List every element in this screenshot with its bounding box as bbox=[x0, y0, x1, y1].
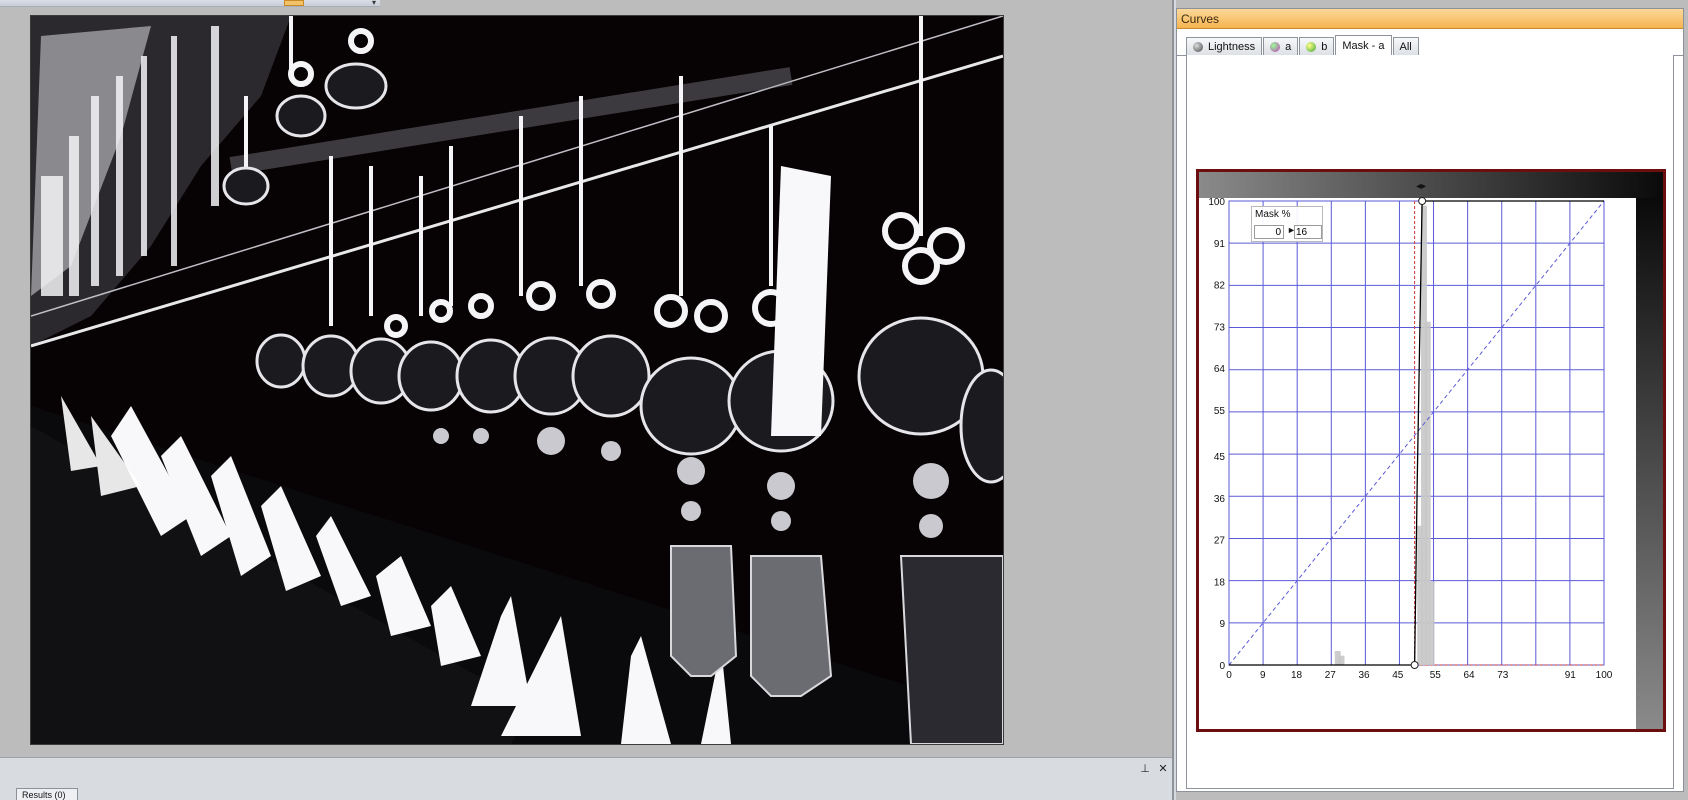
toolbar-strip: ▾ bbox=[0, 0, 380, 7]
x-tick-label: 45 bbox=[1392, 670, 1404, 681]
x-tick-label: 36 bbox=[1358, 670, 1370, 681]
a-channel-icon bbox=[1270, 41, 1281, 52]
y-tick-label: 64 bbox=[1214, 364, 1226, 375]
toolbar-highlight-button[interactable] bbox=[284, 0, 304, 6]
close-icon[interactable]: ✕ bbox=[1156, 762, 1170, 776]
tab-label: Mask - a bbox=[1342, 40, 1385, 52]
y-tick-label: 9 bbox=[1219, 619, 1225, 630]
tab-all[interactable]: All bbox=[1392, 37, 1419, 55]
y-tick-label: 27 bbox=[1214, 536, 1226, 547]
curves-panel: Curves Lightness a b Mask - a All ◂▸ 0 9… bbox=[1176, 8, 1684, 792]
curve-handle bbox=[1410, 661, 1419, 669]
tab-label: a bbox=[1285, 40, 1292, 53]
top-gradient-bar bbox=[1199, 172, 1663, 198]
y-tick-label: 82 bbox=[1214, 281, 1226, 292]
tab-mask-a[interactable]: Mask - a bbox=[1335, 35, 1392, 56]
histogram-bar bbox=[1338, 655, 1345, 665]
x-tick-label: 64 bbox=[1463, 670, 1475, 681]
tab-label: Lightness bbox=[1208, 40, 1256, 53]
histogram-bar bbox=[1428, 581, 1435, 665]
x-tick-label: 27 bbox=[1325, 670, 1337, 681]
bottom-dock-panel: ⊥ ✕ Results (0) bbox=[0, 757, 1172, 800]
y-tick-label: 36 bbox=[1214, 494, 1226, 505]
x-tick-label: 91 bbox=[1565, 670, 1577, 681]
y-tick-label: 45 bbox=[1214, 452, 1226, 463]
y-tick-label: 91 bbox=[1214, 239, 1226, 250]
tab-label: All bbox=[1399, 40, 1412, 53]
pin-icon[interactable]: ⊥ bbox=[1138, 762, 1152, 776]
results-tab[interactable]: Results (0) bbox=[16, 788, 78, 800]
mask-range-box: Mask % ► bbox=[1251, 206, 1323, 242]
curve-handle bbox=[1418, 197, 1427, 205]
image-preview[interactable] bbox=[30, 15, 1004, 745]
chevron-down-icon[interactable]: ▾ bbox=[372, 0, 376, 7]
curve-editor[interactable]: ◂▸ 0 9 18 27 36 45 55 64 73 91 100 100 91 82 73 64 55 45… bbox=[1196, 169, 1666, 732]
x-tick-label: 100 bbox=[1596, 670, 1613, 681]
mask-to-input[interactable] bbox=[1294, 225, 1322, 239]
lightness-channel-icon bbox=[1193, 41, 1203, 52]
x-tick-label: 73 bbox=[1497, 670, 1509, 681]
tab-b[interactable]: b bbox=[1299, 37, 1335, 55]
y-tick-label: 100 bbox=[1208, 197, 1225, 208]
x-tick-label: 18 bbox=[1291, 670, 1303, 681]
x-tick-label: 55 bbox=[1430, 670, 1442, 681]
mask-from-input[interactable] bbox=[1254, 225, 1284, 239]
b-channel-icon bbox=[1306, 41, 1317, 52]
mask-label: Mask % bbox=[1255, 209, 1291, 220]
y-tick-label: 55 bbox=[1214, 406, 1226, 417]
right-gradient-bar bbox=[1636, 198, 1663, 729]
curve-graph[interactable]: ◂▸ 0 9 18 27 36 45 55 64 73 91 100 100 91 82 73 64 55 45… bbox=[1199, 172, 1663, 729]
move-arrow-icon: ◂▸ bbox=[1416, 181, 1426, 192]
y-tick-label: 18 bbox=[1214, 577, 1226, 588]
x-tick-label: 0 bbox=[1226, 670, 1232, 681]
channel-tabs: Lightness a b Mask - a All bbox=[1186, 35, 1420, 56]
tab-a[interactable]: a bbox=[1263, 37, 1299, 55]
lanterns-photo bbox=[31, 16, 1003, 744]
tab-label: b bbox=[1321, 40, 1328, 53]
panel-title: Curves bbox=[1177, 9, 1683, 29]
y-tick-label: 0 bbox=[1219, 661, 1225, 672]
y-tick-label: 73 bbox=[1214, 322, 1226, 333]
image-canvas-area[interactable] bbox=[0, 7, 1170, 757]
x-tick-label: 9 bbox=[1260, 670, 1266, 681]
tab-lightness[interactable]: Lightness bbox=[1186, 37, 1263, 55]
